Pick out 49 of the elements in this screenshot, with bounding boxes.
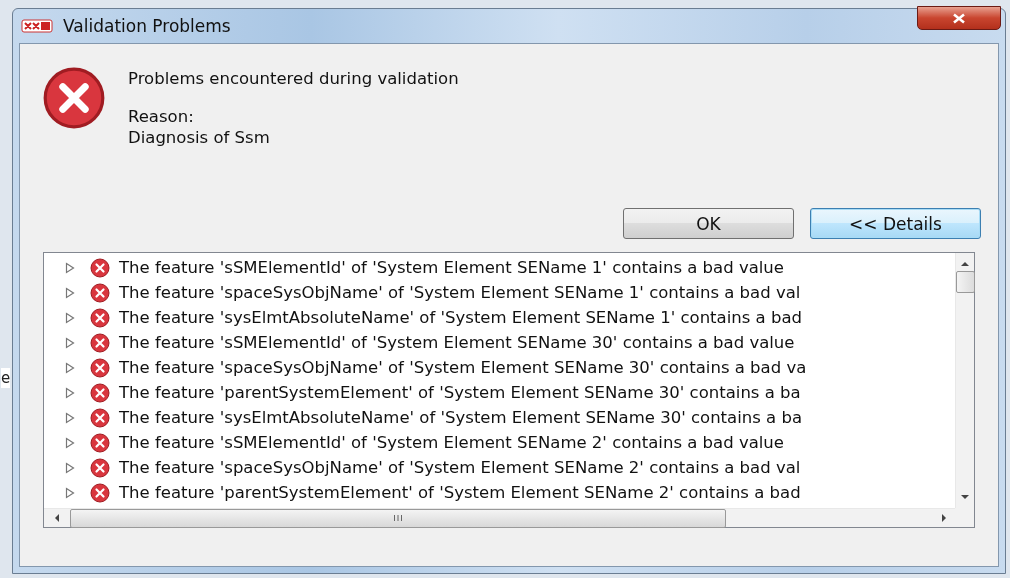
details-button[interactable]: << Details — [810, 208, 981, 239]
scroll-down-icon[interactable] — [960, 492, 970, 502]
problem-text[interactable]: The feature 'spaceSysObjName' of 'System Element SEName 30' contains a bad va — [119, 358, 807, 377]
expand-triangle-icon[interactable] — [65, 261, 75, 274]
problem-text[interactable]: The feature 'sSMElementId' of 'System Element SEName 30' contains a bad value — [119, 333, 795, 352]
error-icon — [90, 282, 110, 303]
ok-button[interactable]: OK — [623, 208, 794, 239]
expand-triangle-icon[interactable] — [65, 411, 75, 424]
grip-icon — [393, 514, 403, 522]
reason-text: Diagnosis of Ssm — [128, 128, 271, 147]
error-icon — [90, 432, 110, 453]
error-icon — [90, 332, 110, 353]
problem-text[interactable]: The feature 'spaceSysObjName' of 'System Element SEName 2' contains a bad val — [119, 458, 801, 477]
problem-text[interactable]: The feature 'parentSystemElement' of 'System Element SEName 30' contains a ba — [119, 383, 801, 402]
problem-text[interactable]: The feature 'sysElmtAbsoluteName' of 'System Element SEName 30' contains a ba — [119, 408, 802, 427]
expand-triangle-icon[interactable] — [65, 286, 75, 299]
reason-label: Reason: — [128, 107, 195, 126]
app-logo-icon — [21, 16, 53, 36]
error-icon — [90, 482, 110, 503]
scroll-thumb[interactable] — [70, 508, 726, 528]
expand-triangle-icon[interactable] — [65, 386, 75, 399]
error-icon — [90, 307, 110, 328]
problem-text[interactable]: The feature 'spaceSysObjName' of 'System Element SEName 1' contains a bad val — [119, 283, 801, 302]
expand-triangle-icon[interactable] — [65, 311, 75, 324]
error-icon — [90, 457, 110, 478]
error-icon — [90, 257, 110, 278]
vertical-scrollbar[interactable] — [955, 253, 974, 508]
error-icon — [42, 66, 106, 130]
expand-triangle-icon[interactable] — [65, 336, 75, 349]
close-icon — [952, 12, 966, 24]
scroll-right-icon[interactable] — [939, 513, 949, 523]
window-title: Validation Problems — [63, 16, 231, 36]
error-icon — [90, 357, 110, 378]
problem-text[interactable]: The feature 'sSMElementId' of 'System Element SEName 1' contains a bad value — [119, 258, 784, 277]
error-icon — [90, 382, 110, 403]
close-button[interactable] — [917, 6, 1001, 30]
message-title: Problems encountered during validation — [128, 69, 459, 88]
scroll-up-icon[interactable] — [960, 259, 970, 269]
problem-text[interactable]: The feature 'sSMElementId' of 'System Element SEName 2' contains a bad value — [119, 433, 784, 452]
expand-triangle-icon[interactable] — [65, 361, 75, 374]
expand-triangle-icon[interactable] — [65, 486, 75, 499]
background-window-text: e — [1, 368, 11, 388]
problem-text[interactable]: The feature 'sysElmtAbsoluteName' of 'System Element SEName 1' contains a bad — [119, 308, 802, 327]
expand-triangle-icon[interactable] — [65, 436, 75, 449]
problem-text[interactable]: The feature 'parentSystemElement' of 'System Element SEName 2' contains a bad — [119, 483, 801, 502]
horizontal-scrollbar[interactable] — [44, 508, 955, 527]
scroll-thumb[interactable] — [955, 271, 975, 293]
expand-triangle-icon[interactable] — [65, 461, 75, 474]
error-icon — [90, 407, 110, 428]
